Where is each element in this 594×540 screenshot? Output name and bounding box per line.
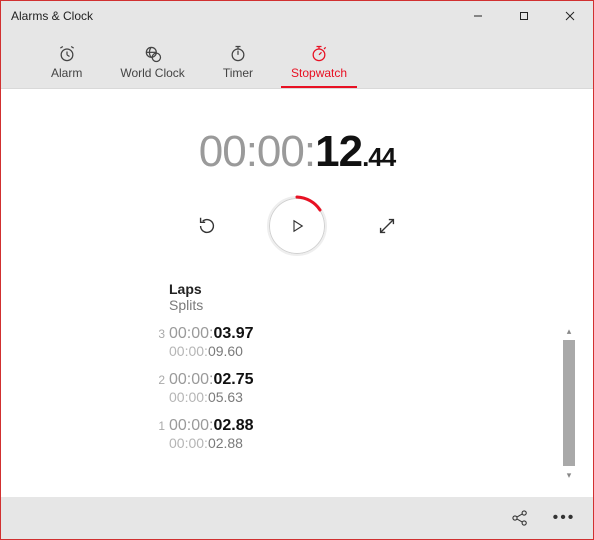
scroll-up-icon[interactable]: ▴ [561, 323, 577, 339]
tab-label: Timer [223, 66, 253, 80]
stopwatch-panel: 00:00:12.44 [1, 89, 593, 497]
lap-time: 00:00:02.88 [169, 417, 457, 435]
share-button[interactable] [503, 501, 537, 535]
lap-number: 1 [137, 417, 165, 433]
alarm-icon [57, 44, 77, 64]
bottom-bar: ••• [1, 497, 593, 539]
tab-timer[interactable]: Timer [213, 40, 263, 88]
time-frac: 44 [368, 142, 395, 172]
split-time: 00:00:09.60 [169, 343, 457, 359]
expand-icon [376, 215, 398, 237]
reset-icon [196, 215, 218, 237]
title-bar: Alarms & Clock [1, 1, 593, 31]
expand-button[interactable] [374, 213, 400, 239]
lap-row: 2 00:00:02.75 00:00:05.63 [137, 365, 457, 411]
more-button[interactable]: ••• [547, 501, 581, 535]
stopwatch-icon [309, 44, 329, 64]
time-display: 00:00:12.44 [199, 127, 395, 177]
split-time: 00:00:05.63 [169, 389, 457, 405]
lap-number: 2 [137, 371, 165, 387]
close-button[interactable] [547, 1, 593, 31]
minimize-icon [473, 11, 483, 21]
play-button-wrap [266, 195, 328, 257]
progress-ring [266, 195, 328, 257]
world-clock-icon [143, 44, 163, 64]
minimize-button[interactable] [455, 1, 501, 31]
lap-time: 00:00:02.75 [169, 371, 457, 389]
split-time: 00:00:02.88 [169, 435, 457, 451]
window-title: Alarms & Clock [11, 9, 455, 23]
time-ss: 12 [315, 127, 362, 176]
scroll-down-icon[interactable]: ▾ [561, 467, 577, 483]
tab-bar: Alarm World Clock Timer Stopwatch [1, 31, 593, 89]
splits-label: Splits [169, 297, 457, 313]
close-icon [565, 11, 575, 21]
stopwatch-controls [194, 195, 400, 257]
lap-row: 3 00:00:03.97 00:00:09.60 [137, 319, 457, 365]
tab-label: Alarm [51, 66, 82, 80]
scroll-thumb[interactable] [563, 340, 575, 466]
tab-stopwatch[interactable]: Stopwatch [281, 40, 357, 88]
laps-label: Laps [169, 281, 457, 297]
time-hhmm: 00:00: [199, 127, 315, 176]
reset-button[interactable] [194, 213, 220, 239]
lap-row: 1 00:00:02.88 00:00:02.88 [137, 411, 457, 457]
laps-scrollbar[interactable]: ▴ ▾ [561, 323, 577, 483]
more-icon: ••• [553, 509, 576, 527]
lap-time: 00:00:03.97 [169, 325, 457, 343]
timer-icon [228, 44, 248, 64]
lap-number: 3 [137, 325, 165, 341]
maximize-icon [519, 11, 529, 21]
tab-world-clock[interactable]: World Clock [110, 40, 194, 88]
tab-alarm[interactable]: Alarm [41, 40, 92, 88]
laps-section: Laps Splits 3 00:00:03.97 00:00:09.60 2 … [137, 281, 457, 457]
tab-label: World Clock [120, 66, 184, 80]
share-icon [510, 508, 530, 528]
laps-headers: Laps Splits [169, 281, 457, 313]
maximize-button[interactable] [501, 1, 547, 31]
tab-label: Stopwatch [291, 66, 347, 80]
